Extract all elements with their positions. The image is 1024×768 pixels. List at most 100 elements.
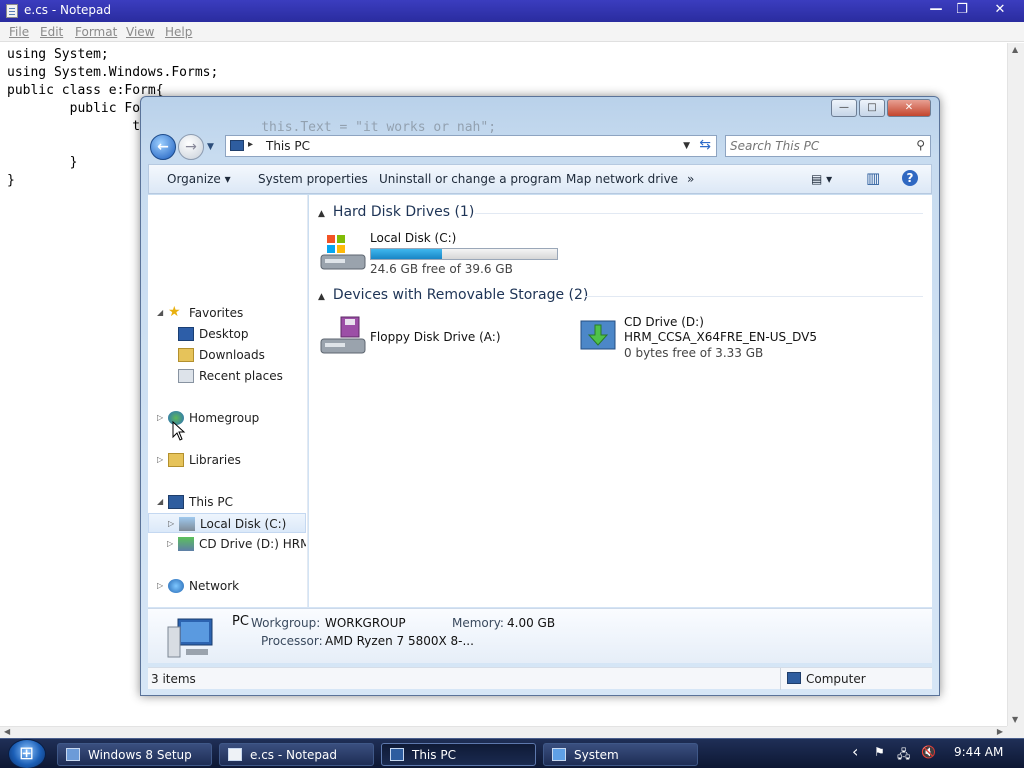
taskbar-this-pc[interactable]: This PC [381, 743, 536, 766]
search-box[interactable]: ⚲ [725, 135, 931, 157]
collapsed-arrow-icon[interactable]: ▷ [168, 519, 174, 528]
hard-disk-icon [320, 235, 366, 270]
explorer-minimize-button[interactable]: — [831, 99, 857, 117]
details-memory-value: 4.00 GB [507, 616, 556, 630]
menu-file[interactable]: File [9, 25, 29, 39]
details-workgroup-label: Workgroup: [251, 616, 321, 630]
more-commands-button[interactable]: » [687, 172, 694, 186]
details-workgroup-value: WORKGROUP [325, 616, 406, 630]
notepad-title-bar[interactable]: e.cs - Notepad — ❐ ✕ [0, 0, 1024, 22]
clock[interactable]: 9:44 AM [954, 745, 1003, 759]
recent-pages-chevron-icon[interactable]: ▼ [207, 142, 214, 152]
notepad-maximize-button[interactable]: ❐ [944, 0, 980, 20]
notepad-horizontal-scrollbar[interactable]: ◀ ▶ [0, 726, 1007, 738]
menu-help[interactable]: Help [165, 25, 192, 39]
breadcrumb-this-pc[interactable]: This PC [266, 139, 310, 153]
notepad-vertical-scrollbar[interactable]: ▲ ▼ [1007, 43, 1024, 726]
nav-cd-drive-label: CD Drive (D:) HRM_C [199, 537, 306, 551]
collapsed-arrow-icon[interactable]: ▷ [167, 539, 173, 548]
nav-libraries-label: Libraries [189, 453, 241, 467]
recent-places-icon [178, 369, 194, 383]
collapse-group-icon[interactable]: ▲ [318, 292, 325, 302]
details-pc-name: PC [232, 614, 249, 629]
map-network-drive-button[interactable]: Map network drive [566, 172, 678, 186]
drive-item-a[interactable]: Floppy Disk Drive (A:) [319, 315, 539, 359]
code-line: } [7, 155, 78, 170]
content-pane: ▲ Hard Disk Drives (1) Local Disk (C:) 24… [309, 195, 932, 607]
group-hard-disk-label: Hard Disk Drives (1) [332, 204, 475, 220]
taskbar-label: System [574, 748, 619, 762]
search-icon[interactable]: ⚲ [916, 138, 925, 152]
expanded-arrow-icon[interactable]: ◢ [157, 308, 163, 317]
nav-desktop[interactable]: Desktop [148, 324, 306, 344]
collapsed-arrow-icon[interactable]: ▷ [157, 581, 163, 590]
taskbar-label: e.cs - Notepad [250, 748, 337, 762]
taskbar-label: Windows 8 Setup [88, 748, 192, 762]
refresh-icon[interactable]: ⇆ [699, 137, 711, 153]
drive-item-c[interactable]: Local Disk (C:) 24.6 GB free of 39.6 GB [319, 231, 569, 277]
uninstall-program-button[interactable]: Uninstall or change a program [379, 172, 562, 186]
nav-cd-drive[interactable]: ▷ CD Drive (D:) HRM_C [148, 534, 306, 554]
cd-drive-icon [178, 537, 194, 551]
address-dropdown-icon[interactable]: ▼ [683, 141, 690, 151]
computer-icon [230, 140, 244, 151]
taskbar-windows-8-setup[interactable]: Windows 8 Setup [57, 743, 212, 766]
nav-libraries[interactable]: ▷ Libraries [148, 450, 306, 470]
details-memory-label: Memory: [452, 616, 504, 630]
organize-button[interactable]: Organize ▾ [167, 172, 231, 186]
code-line: } [7, 173, 15, 188]
details-pane: PC Workgroup: WORKGROUP Memory: 4.00 GB … [148, 608, 932, 663]
nav-favorites-label: Favorites [189, 306, 244, 320]
forward-button[interactable]: → [178, 134, 204, 160]
taskbar-system[interactable]: System [543, 743, 698, 766]
explorer-maximize-button[interactable]: □ [859, 99, 885, 117]
nav-favorites[interactable]: ◢ ★ Favorites [148, 303, 306, 323]
menu-view[interactable]: View [126, 25, 154, 39]
computer-icon [390, 748, 404, 761]
mouse-pointer-icon [172, 421, 186, 441]
drive-item-d[interactable]: CD Drive (D:) HRM_CCSA_X64FRE_EN-US_DV5 … [579, 315, 829, 361]
expanded-arrow-icon[interactable]: ◢ [157, 497, 163, 506]
taskbar-notepad[interactable]: e.cs - Notepad [219, 743, 374, 766]
nav-local-disk[interactable]: ▷ Local Disk (C:) [148, 513, 306, 533]
scroll-down-icon[interactable]: ▼ [1012, 715, 1018, 724]
system-properties-button[interactable]: System properties [258, 172, 368, 186]
group-hard-disk-drives[interactable]: ▲ Hard Disk Drives (1) [318, 204, 474, 220]
menu-format[interactable]: Format [75, 25, 117, 39]
menu-edit[interactable]: Edit [40, 25, 63, 39]
explorer-close-button[interactable]: ✕ [887, 99, 931, 117]
nav-downloads-label: Downloads [199, 348, 265, 362]
group-removable-storage[interactable]: ▲ Devices with Removable Storage (2) [318, 287, 588, 303]
preview-pane-button[interactable]: ▥ [866, 169, 880, 187]
command-bar: Organize ▾ System properties Uninstall o… [148, 164, 932, 194]
libraries-icon [168, 453, 184, 467]
search-input[interactable] [730, 138, 900, 154]
volume-muted-icon[interactable]: 🔇 [921, 745, 936, 759]
collapsed-arrow-icon[interactable]: ▷ [157, 455, 163, 464]
notepad-icon [228, 748, 242, 761]
drive-c-usage-bar [370, 248, 558, 260]
change-view-button[interactable]: ▤ ▾ [811, 172, 832, 186]
start-button[interactable] [8, 739, 46, 768]
help-button[interactable]: ? [902, 170, 918, 186]
scroll-left-icon[interactable]: ◀ [4, 727, 10, 736]
group-divider [475, 213, 923, 214]
nav-this-pc[interactable]: ◢ This PC [148, 492, 306, 512]
collapse-group-icon[interactable]: ▲ [318, 209, 325, 219]
nav-recent-places[interactable]: Recent places [148, 366, 306, 386]
back-button[interactable]: ← [150, 134, 176, 160]
network-status-icon[interactable]: 🖧 [897, 745, 910, 766]
scroll-right-icon[interactable]: ▶ [997, 727, 1003, 736]
action-center-flag-icon[interactable]: ⚑ [874, 745, 885, 759]
drive-c-name: Local Disk (C:) [370, 231, 457, 245]
scroll-up-icon[interactable]: ▲ [1012, 45, 1018, 54]
collapsed-arrow-icon[interactable]: ▷ [157, 413, 163, 422]
group-divider [585, 296, 923, 297]
scroll-corner [1007, 726, 1024, 738]
nav-downloads[interactable]: Downloads [148, 345, 306, 365]
nav-network[interactable]: ▷ Network [148, 576, 306, 596]
breadcrumb-separator-icon[interactable]: ▸ [248, 139, 253, 150]
notepad-close-button[interactable]: ✕ [982, 0, 1018, 20]
address-bar[interactable]: ▸ This PC ▼ ⇆ [225, 135, 717, 157]
show-hidden-icons-chevron-icon[interactable]: ‹ [852, 742, 858, 761]
